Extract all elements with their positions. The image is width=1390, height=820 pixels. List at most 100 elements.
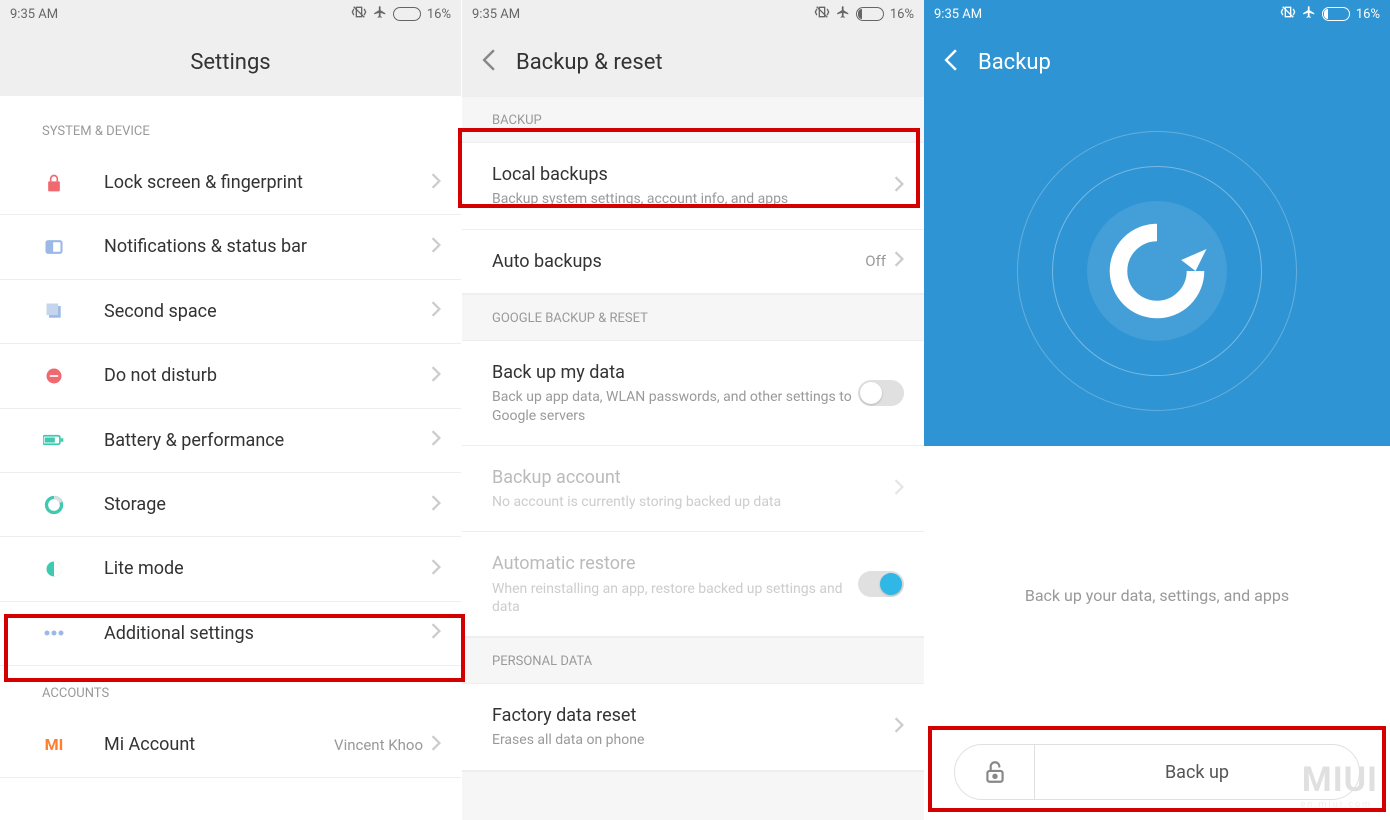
chevron-right-icon <box>431 301 441 321</box>
mi-logo-icon: MI <box>42 733 66 757</box>
item-label: Lock screen & fingerprint <box>104 171 431 194</box>
chevron-right-icon <box>431 735 441 755</box>
list-item-mi-account[interactable]: MI Mi Account Vincent Khoo <box>0 713 461 777</box>
more-icon <box>42 621 66 645</box>
vibrate-icon <box>1280 4 1296 24</box>
item-subtitle: Backup system settings, account info, an… <box>492 190 894 208</box>
settings-screen: 9:35 AM 16% Settings SYSTEM & DEVICE Loc… <box>0 0 462 820</box>
list-item-second-space[interactable]: Second space <box>0 280 461 344</box>
section-system-device: SYSTEM & DEVICE <box>0 104 461 151</box>
backup-illustration <box>924 96 1390 446</box>
status-bar: 9:35 AM 16% <box>0 0 461 28</box>
chevron-right-icon <box>431 237 441 257</box>
status-time: 9:35 AM <box>472 7 520 22</box>
chevron-right-icon <box>894 717 904 737</box>
lock-icon <box>42 171 66 195</box>
item-title: Back up my data <box>492 361 858 384</box>
list-item-notifications[interactable]: Notifications & status bar <box>0 215 461 279</box>
list-item-lock-screen[interactable]: Lock screen & fingerprint <box>0 151 461 215</box>
toggle-automatic-restore[interactable] <box>858 571 904 597</box>
item-label: Additional settings <box>104 622 431 645</box>
backup-hint: Back up your data, settings, and apps <box>1025 586 1289 605</box>
item-subtitle: When reinstalling an app, restore backed… <box>492 580 858 616</box>
backup-header: Backup <box>924 28 1390 96</box>
airplane-icon <box>373 5 387 23</box>
status-bar: 9:35 AM 16% <box>924 0 1390 28</box>
item-title: Backup account <box>492 466 894 489</box>
item-value: Off <box>865 252 886 270</box>
back-button[interactable] <box>944 49 958 75</box>
list-item-backup-my-data[interactable]: Back up my data Back up app data, WLAN p… <box>462 341 924 446</box>
toggle-backup-my-data[interactable] <box>858 380 904 406</box>
item-label: Notifications & status bar <box>104 235 431 258</box>
section-accounts: ACCOUNTS <box>0 666 461 713</box>
item-subtitle: No account is currently storing backed u… <box>492 493 894 511</box>
page-title: Backup & reset <box>516 50 663 75</box>
section-backup: BACKUP <box>462 96 924 143</box>
item-label: Mi Account <box>104 733 334 756</box>
battery-icon <box>856 7 884 21</box>
refresh-icon <box>1102 216 1212 326</box>
chevron-right-icon <box>431 366 441 386</box>
lock-button[interactable] <box>955 745 1035 799</box>
list-item-local-backups[interactable]: Local backups Backup system settings, ac… <box>462 143 924 230</box>
section-personal-data: PERSONAL DATA <box>462 637 924 684</box>
list-item-do-not-disturb[interactable]: Do not disturb <box>0 344 461 408</box>
airplane-icon <box>1302 5 1316 23</box>
item-label: Second space <box>104 300 431 323</box>
vibrate-icon <box>351 4 367 24</box>
list-item-factory-reset[interactable]: Factory data reset Erases all data on ph… <box>462 684 924 771</box>
page-title: Settings <box>190 50 270 75</box>
dnd-icon <box>42 364 66 388</box>
list-item-additional-settings[interactable]: Additional settings <box>0 602 461 666</box>
chevron-right-icon <box>894 479 904 499</box>
settings-header: Settings <box>0 28 461 96</box>
account-name: Vincent Khoo <box>334 736 423 754</box>
backup-screen: 9:35 AM 16% Backup <box>924 0 1390 820</box>
item-title: Factory data reset <box>492 704 894 727</box>
back-button[interactable] <box>482 49 496 75</box>
chevron-right-icon <box>894 251 904 271</box>
storage-icon <box>42 493 66 517</box>
unlock-icon <box>982 759 1008 785</box>
chevron-right-icon <box>431 559 441 579</box>
bottom-button-row: Back up <box>954 744 1360 800</box>
item-label: Do not disturb <box>104 364 431 387</box>
status-bar: 9:35 AM 16% <box>462 0 924 28</box>
battery-icon <box>1322 7 1350 21</box>
airplane-icon <box>836 5 850 23</box>
item-label: Lite mode <box>104 557 431 580</box>
item-label: Battery & performance <box>104 429 431 452</box>
list-item-battery[interactable]: Battery & performance <box>0 409 461 473</box>
chevron-right-icon <box>431 430 441 450</box>
battery-perf-icon <box>42 428 66 452</box>
lite-mode-icon <box>42 557 66 581</box>
item-title: Local backups <box>492 163 894 186</box>
list-item-automatic-restore: Automatic restore When reinstalling an a… <box>462 532 924 637</box>
battery-icon <box>393 7 421 21</box>
battery-percent: 16% <box>1356 7 1380 22</box>
list-item-backup-account: Backup account No account is currently s… <box>462 446 924 533</box>
status-time: 9:35 AM <box>934 7 982 22</box>
chevron-right-icon <box>431 495 441 515</box>
battery-percent: 16% <box>427 7 451 22</box>
list-item-lite-mode[interactable]: Lite mode <box>0 537 461 601</box>
second-space-icon <box>42 299 66 323</box>
backup-button-label: Back up <box>1165 762 1229 783</box>
item-label: Storage <box>104 493 431 516</box>
battery-percent: 16% <box>890 7 914 22</box>
item-title: Auto backups <box>492 250 865 273</box>
chevron-right-icon <box>431 623 441 643</box>
vibrate-icon <box>814 4 830 24</box>
item-subtitle: Erases all data on phone <box>492 731 894 749</box>
item-subtitle: Back up app data, WLAN passwords, and ot… <box>492 388 858 424</box>
page-title: Backup <box>978 50 1051 75</box>
backup-reset-screen: 9:35 AM 16% Backup & reset BACKUP Local … <box>462 0 924 820</box>
item-title: Automatic restore <box>492 552 858 575</box>
chevron-right-icon <box>894 176 904 196</box>
list-item-storage[interactable]: Storage <box>0 473 461 537</box>
backup-reset-header: Backup & reset <box>462 28 924 96</box>
section-google-backup: GOOGLE BACKUP & RESET <box>462 294 924 341</box>
backup-button[interactable]: Back up <box>1035 745 1359 799</box>
list-item-auto-backups[interactable]: Auto backups Off <box>462 230 924 294</box>
